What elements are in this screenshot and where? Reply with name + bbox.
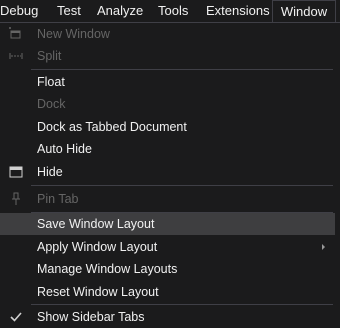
menu-item-auto-hide[interactable]: Auto Hide bbox=[0, 138, 335, 160]
split-icon bbox=[8, 48, 24, 64]
manage-layouts-label: Manage Window Layouts bbox=[37, 262, 178, 276]
menu-item-show-sidebar-tabs[interactable]: Show Sidebar Tabs bbox=[0, 306, 335, 328]
dock-label: Dock bbox=[37, 97, 66, 111]
reset-layout-label: Reset Window Layout bbox=[37, 285, 159, 299]
menu-separator bbox=[31, 185, 333, 186]
checkmark-icon bbox=[8, 309, 24, 325]
menu-item-pin-tab[interactable]: Pin Tab bbox=[0, 188, 335, 210]
pin-icon bbox=[8, 191, 24, 207]
menu-item-split[interactable]: Split bbox=[0, 45, 335, 67]
menu-item-hide[interactable]: Hide bbox=[0, 161, 335, 183]
menu-window[interactable]: Window bbox=[272, 0, 336, 22]
menu-item-dock[interactable]: Dock bbox=[0, 93, 335, 115]
window-menu-dropdown: New Window Split Float Dock Dock as Tabb… bbox=[0, 22, 340, 324]
show-sidebar-tabs-label: Show Sidebar Tabs bbox=[37, 310, 145, 324]
dock-tabbed-label: Dock as Tabbed Document bbox=[37, 120, 187, 134]
menu-item-apply-window-layout[interactable]: Apply Window Layout bbox=[0, 236, 335, 258]
auto-hide-label: Auto Hide bbox=[37, 142, 92, 156]
hide-label: Hide bbox=[37, 165, 63, 179]
menu-item-new-window[interactable]: New Window bbox=[0, 23, 335, 45]
menu-separator bbox=[31, 304, 333, 305]
new-window-icon bbox=[8, 26, 24, 42]
save-layout-label: Save Window Layout bbox=[37, 217, 155, 231]
menu-item-save-window-layout[interactable]: Save Window Layout bbox=[0, 213, 335, 235]
float-label: Float bbox=[37, 75, 65, 89]
menu-item-float[interactable]: Float bbox=[0, 71, 335, 93]
menu-debug[interactable]: Debug bbox=[0, 0, 38, 22]
new-window-label: New Window bbox=[37, 27, 110, 41]
submenu-arrow-icon bbox=[322, 244, 325, 250]
menu-item-reset-window-layout[interactable]: Reset Window Layout bbox=[0, 281, 335, 303]
menu-analyze[interactable]: Analyze bbox=[97, 0, 143, 22]
pin-tab-label: Pin Tab bbox=[37, 192, 79, 206]
menu-extensions[interactable]: Extensions bbox=[206, 0, 270, 22]
hide-window-icon bbox=[8, 164, 24, 180]
split-label: Split bbox=[37, 49, 62, 63]
menu-item-dock-tabbed[interactable]: Dock as Tabbed Document bbox=[0, 116, 335, 138]
menu-item-manage-window-layouts[interactable]: Manage Window Layouts bbox=[0, 258, 335, 280]
menu-test[interactable]: Test bbox=[57, 0, 81, 22]
apply-layout-label: Apply Window Layout bbox=[37, 240, 158, 254]
menu-separator bbox=[31, 69, 333, 70]
menu-tools[interactable]: Tools bbox=[158, 0, 188, 22]
menu-bar: Debug Test Analyze Tools Extensions Wind… bbox=[0, 0, 340, 22]
